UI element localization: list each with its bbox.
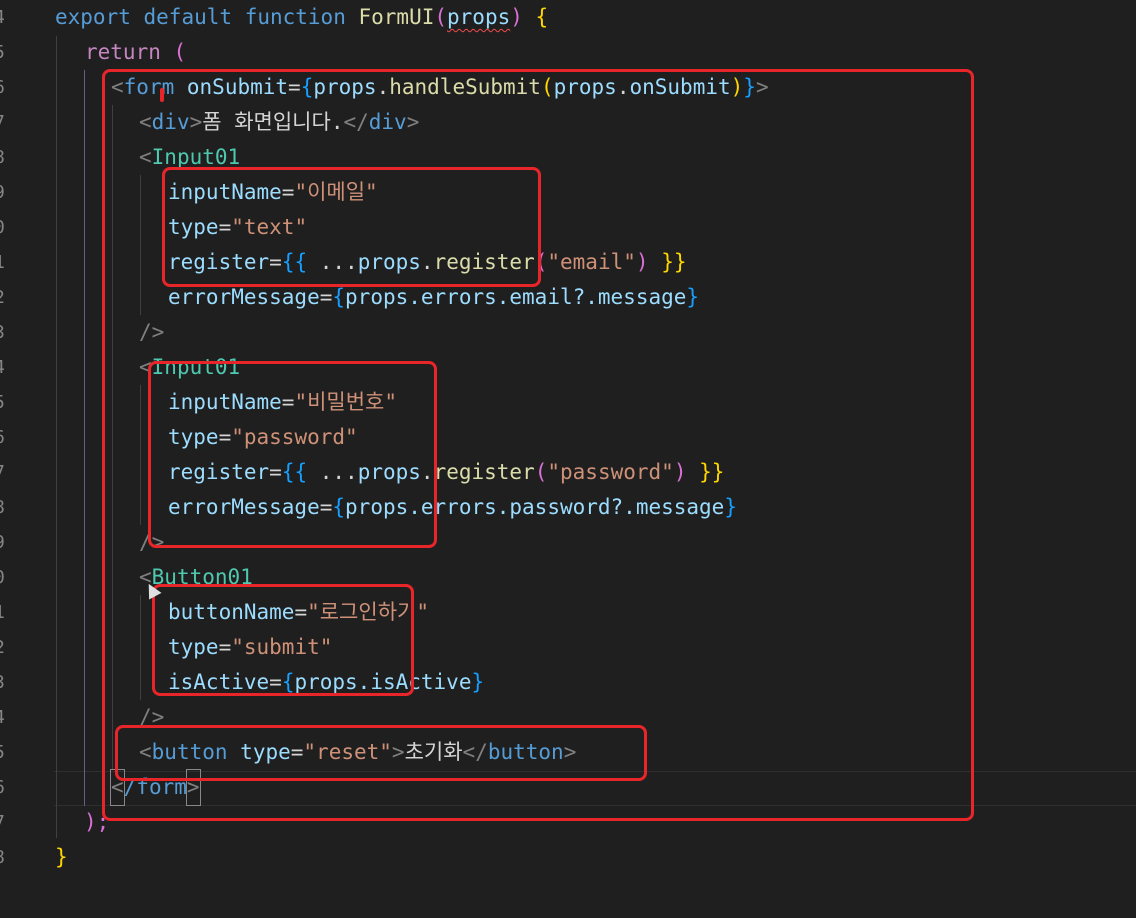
line-number: 5: [0, 35, 5, 70]
line-number: 6: [0, 770, 5, 805]
line-number: 8: [0, 140, 5, 175]
line-number: 8: [0, 490, 5, 525]
line-number: 9: [0, 175, 5, 210]
code-line: return (: [85, 35, 186, 70]
brace: {: [535, 5, 549, 29]
line-number: 1: [0, 595, 5, 630]
brace-close: }: [55, 845, 68, 869]
line-number: 9: [0, 525, 5, 560]
line-number: 2: [0, 280, 5, 315]
param-props: props: [447, 5, 511, 29]
keyword-function: function: [244, 5, 346, 29]
indent-guide: [56, 36, 57, 838]
annotation-box-reset-button: [115, 725, 647, 781]
line-number: 6: [0, 70, 5, 105]
annotation-mark: [160, 88, 164, 102]
line-number: 2: [0, 630, 5, 665]
line-number: 4: [0, 350, 5, 385]
line-number: 6: [0, 420, 5, 455]
line-number: 0: [0, 210, 5, 245]
keyword-export: export: [55, 5, 131, 29]
line-number-gutter: 4 5 6 7 8 9 0 1 2 3 4 5 6 7 8 9 0 1 2 3 …: [0, 0, 8, 918]
annotation-box-email-input: [162, 167, 541, 287]
paren: (: [434, 5, 448, 29]
line-number: 8: [0, 840, 5, 875]
paren: (: [173, 40, 187, 64]
line-number: 7: [0, 805, 5, 840]
line-number: 3: [0, 315, 5, 350]
keyword-default: default: [143, 5, 233, 29]
annotation-box-password-input: [148, 361, 437, 548]
function-name: FormUI: [358, 5, 435, 29]
line-number: 5: [0, 735, 5, 770]
code-line: }: [55, 840, 68, 875]
line-number: 3: [0, 665, 5, 700]
paren: ): [510, 5, 523, 29]
line-number: 0: [0, 560, 5, 595]
annotation-box-login-button: [152, 584, 414, 696]
code-editor[interactable]: 4 5 6 7 8 9 0 1 2 3 4 5 6 7 8 9 0 1 2 3 …: [0, 0, 1136, 918]
keyword-return: return: [85, 40, 161, 64]
line-number: 7: [0, 455, 5, 490]
line-number: 4: [0, 700, 5, 735]
line-number: 7: [0, 105, 5, 140]
code-line: export default function FormUI(props) {: [55, 0, 548, 35]
line-number: 5: [0, 385, 5, 420]
line-number: 1: [0, 245, 5, 280]
line-number: 4: [0, 0, 5, 35]
indent-guide-active: [84, 70, 85, 806]
